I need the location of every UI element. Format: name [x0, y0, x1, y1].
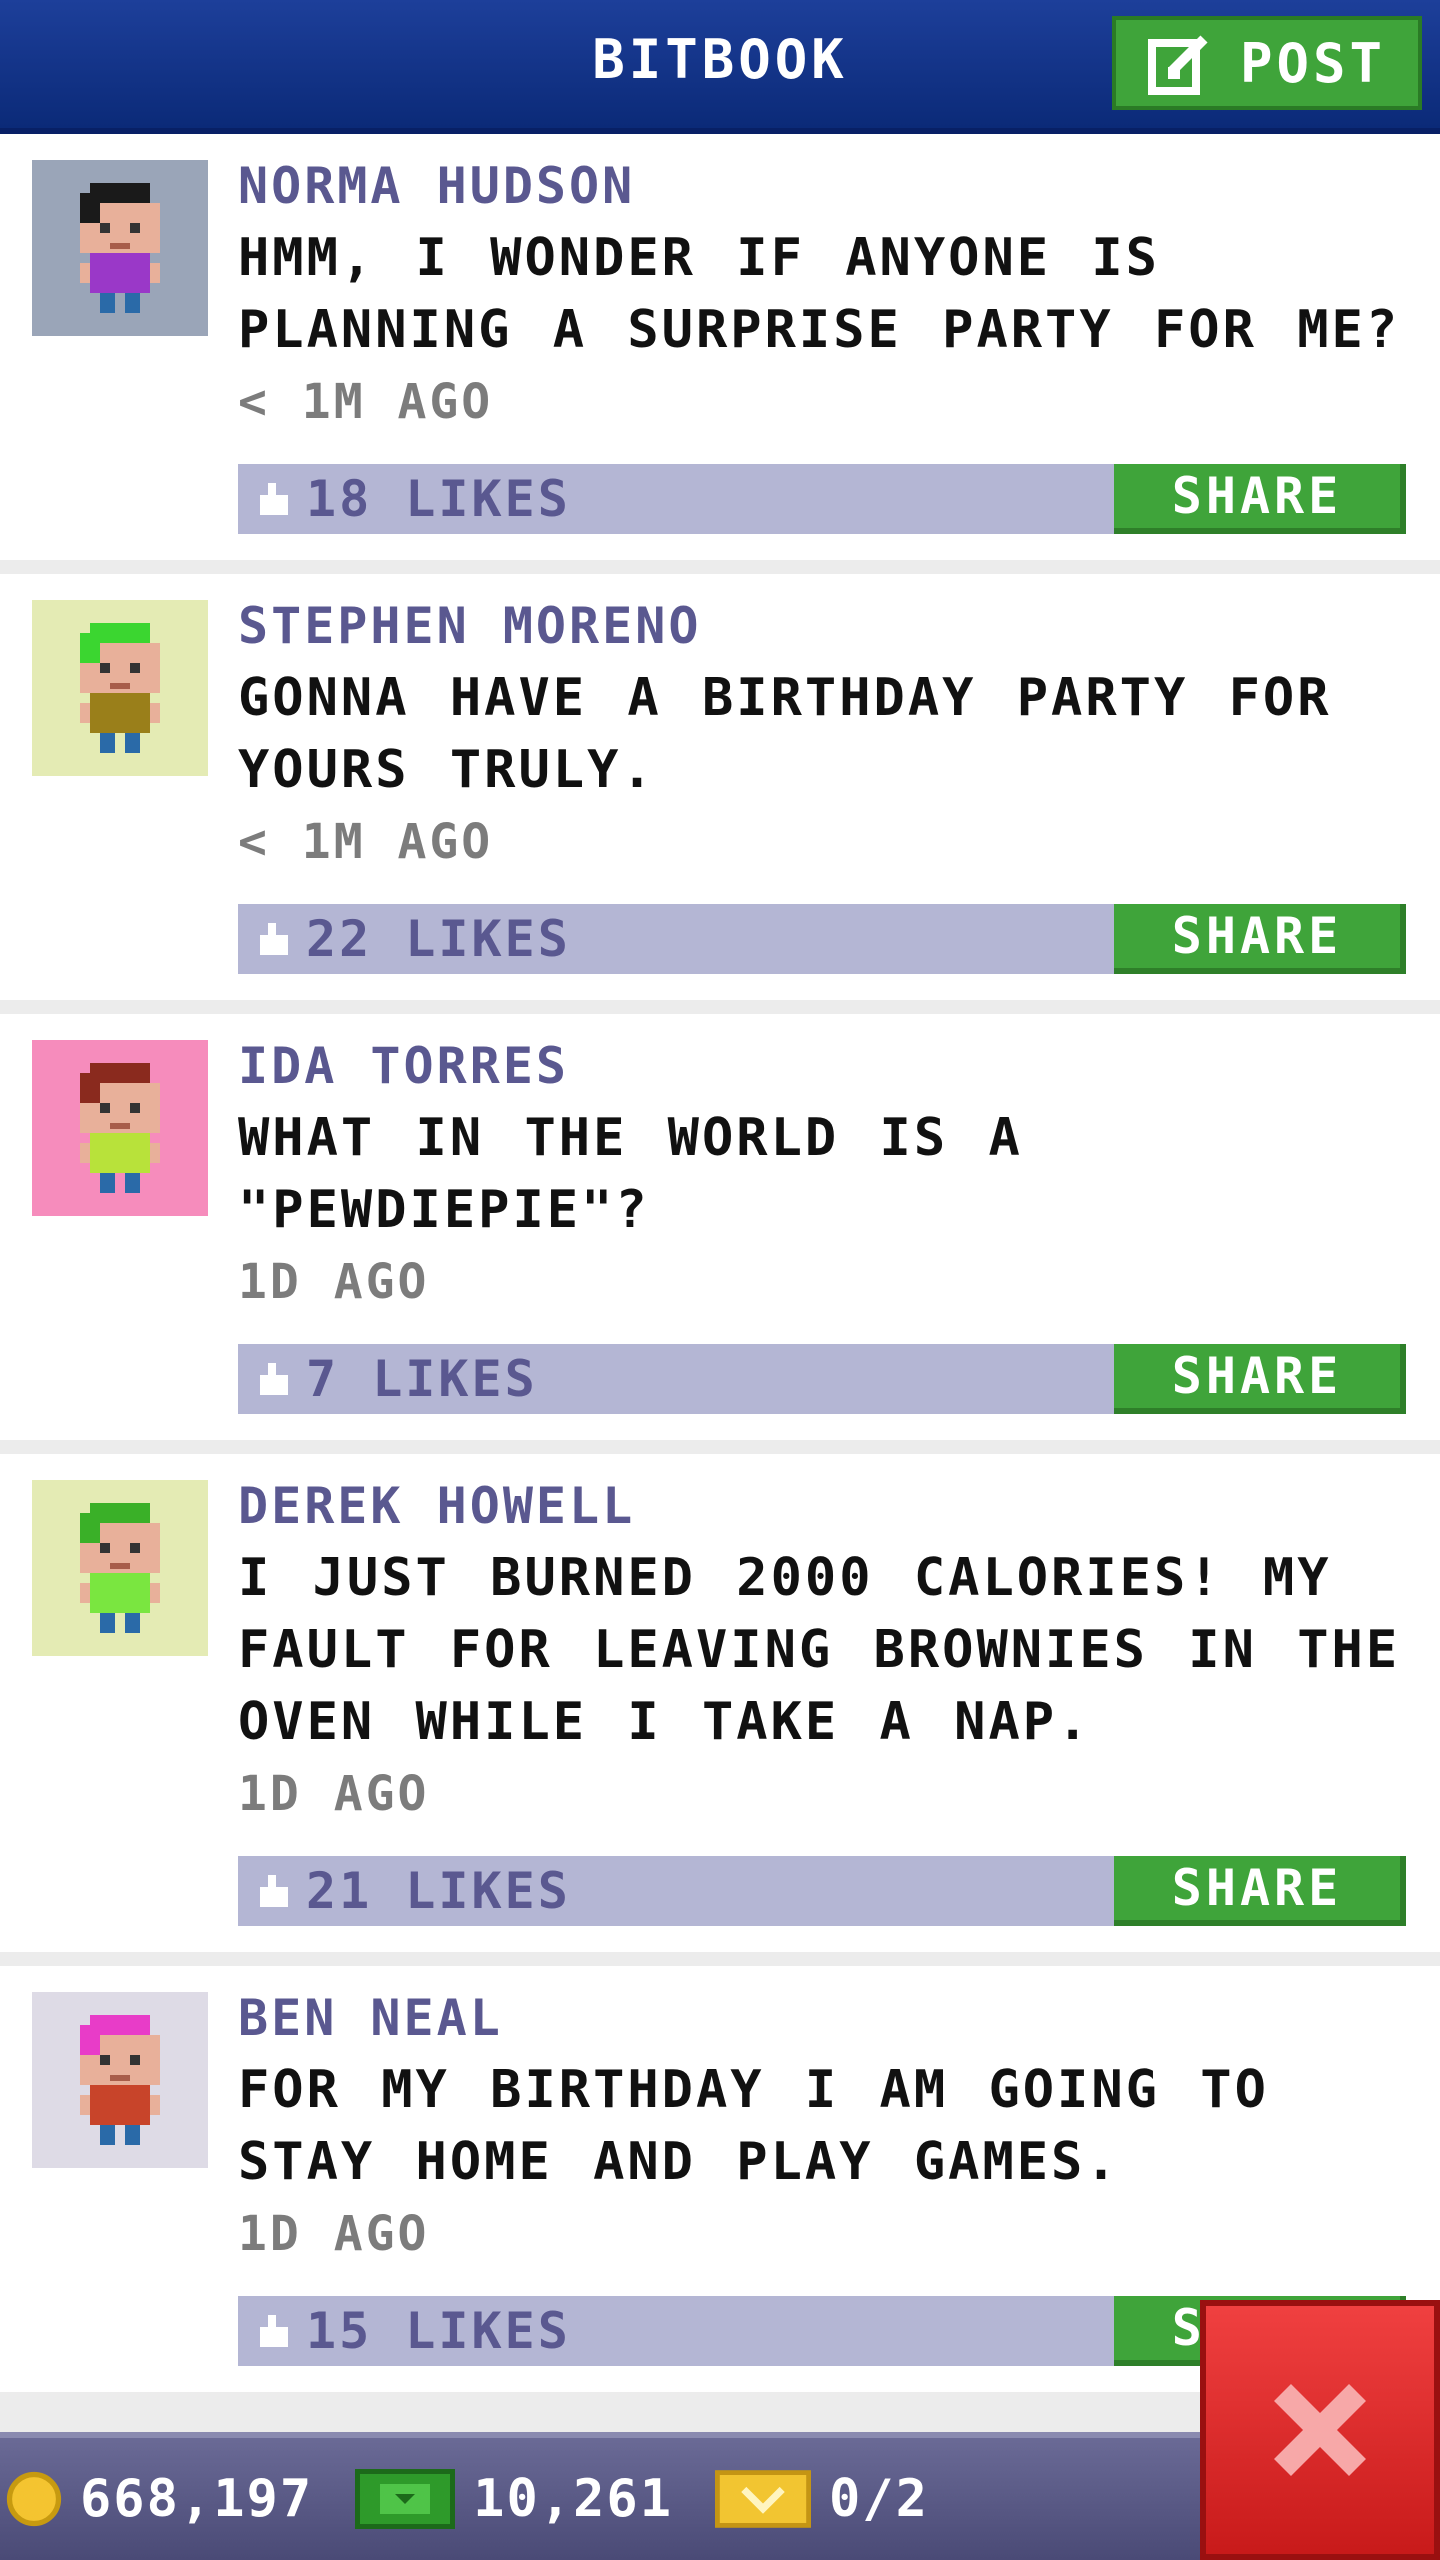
post-card: DEREK HOWELL I JUST BURNED 2000 CALORIES…: [0, 1454, 1440, 1966]
thumbs-up-icon: [260, 2315, 288, 2347]
close-button[interactable]: [1200, 2300, 1440, 2560]
post-author[interactable]: STEPHEN MORENO: [238, 590, 1410, 662]
share-button[interactable]: SHARE: [1114, 464, 1406, 534]
likes-count[interactable]: 7 LIKES: [306, 1350, 538, 1408]
pixel-avatar-icon: [80, 623, 160, 753]
post-card: NORMA HUDSON HMM, I WONDER IF ANYONE IS …: [0, 134, 1440, 574]
thumbs-up-icon: [260, 923, 288, 955]
post-author[interactable]: DEREK HOWELL: [238, 1470, 1410, 1542]
post-text: I JUST BURNED 2000 CALORIES! MY FAULT FO…: [238, 1548, 1401, 1752]
post-button[interactable]: POST: [1112, 16, 1422, 110]
avatar[interactable]: [32, 1040, 208, 1216]
share-button[interactable]: SHARE: [1114, 904, 1406, 974]
close-icon: [1274, 2384, 1366, 2476]
post-time: < 1M AGO: [238, 814, 494, 870]
pixel-avatar-icon: [80, 183, 160, 313]
thumbs-up-icon: [260, 1875, 288, 1907]
cash-value: 10,261: [473, 2469, 673, 2529]
compose-icon: [1148, 35, 1208, 95]
pixel-avatar-icon: [80, 1503, 160, 1633]
thumbs-up-icon: [260, 483, 288, 515]
share-button[interactable]: SHARE: [1114, 1344, 1406, 1414]
cash-icon: [355, 2469, 456, 2529]
pixel-avatar-icon: [80, 1063, 160, 1193]
pixel-avatar-icon: [80, 2015, 160, 2145]
top-bar: BITBOOK POST: [0, 0, 1440, 134]
likes-count[interactable]: 22 LIKES: [306, 910, 571, 968]
post-button-label: POST: [1240, 31, 1387, 95]
post-author[interactable]: NORMA HUDSON: [238, 150, 1410, 222]
share-button[interactable]: SHARE: [1114, 1856, 1406, 1926]
likes-bar: 22 LIKES SHARE: [238, 904, 1406, 974]
post-card: STEPHEN MORENO GONNA HAVE A BIRTHDAY PAR…: [0, 574, 1440, 1014]
post-author[interactable]: BEN NEAL: [238, 1982, 1410, 2054]
golden-ticket-icon: [715, 2470, 811, 2528]
likes-count[interactable]: 15 LIKES: [306, 2302, 571, 2360]
avatar[interactable]: [32, 1480, 208, 1656]
likes-count[interactable]: 18 LIKES: [306, 470, 571, 528]
coins-value: 668,197: [80, 2469, 314, 2529]
post-author[interactable]: IDA TORRES: [238, 1030, 1410, 1102]
post-text: FOR MY BIRTHDAY I AM GOING TO STAY HOME …: [238, 2060, 1269, 2192]
post-text: WHAT IN THE WORLD IS A "PEWDIEPIE"?: [238, 1108, 1023, 1240]
likes-bar: 7 LIKES SHARE: [238, 1344, 1406, 1414]
post-feed[interactable]: NORMA HUDSON HMM, I WONDER IF ANYONE IS …: [0, 134, 1440, 2406]
likes-count[interactable]: 21 LIKES: [306, 1862, 571, 1920]
likes-bar: 21 LIKES SHARE: [238, 1856, 1406, 1926]
post-time: 1D AGO: [238, 2206, 430, 2262]
likes-bar: 18 LIKES SHARE: [238, 464, 1406, 534]
thumbs-up-icon: [260, 1363, 288, 1395]
avatar[interactable]: [32, 1992, 208, 2168]
post-time: 1D AGO: [238, 1766, 430, 1822]
avatar[interactable]: [32, 160, 208, 336]
post-time: < 1M AGO: [238, 374, 494, 430]
tickets-value: 0/2: [829, 2469, 929, 2529]
avatar[interactable]: [32, 600, 208, 776]
post-card: IDA TORRES WHAT IN THE WORLD IS A "PEWDI…: [0, 1014, 1440, 1454]
post-time: 1D AGO: [238, 1254, 430, 1310]
post-text: HMM, I WONDER IF ANYONE IS PLANNING A SU…: [238, 228, 1401, 360]
post-text: GONNA HAVE A BIRTHDAY PARTY FOR YOURS TR…: [238, 668, 1332, 800]
coin-icon: [6, 2471, 62, 2527]
